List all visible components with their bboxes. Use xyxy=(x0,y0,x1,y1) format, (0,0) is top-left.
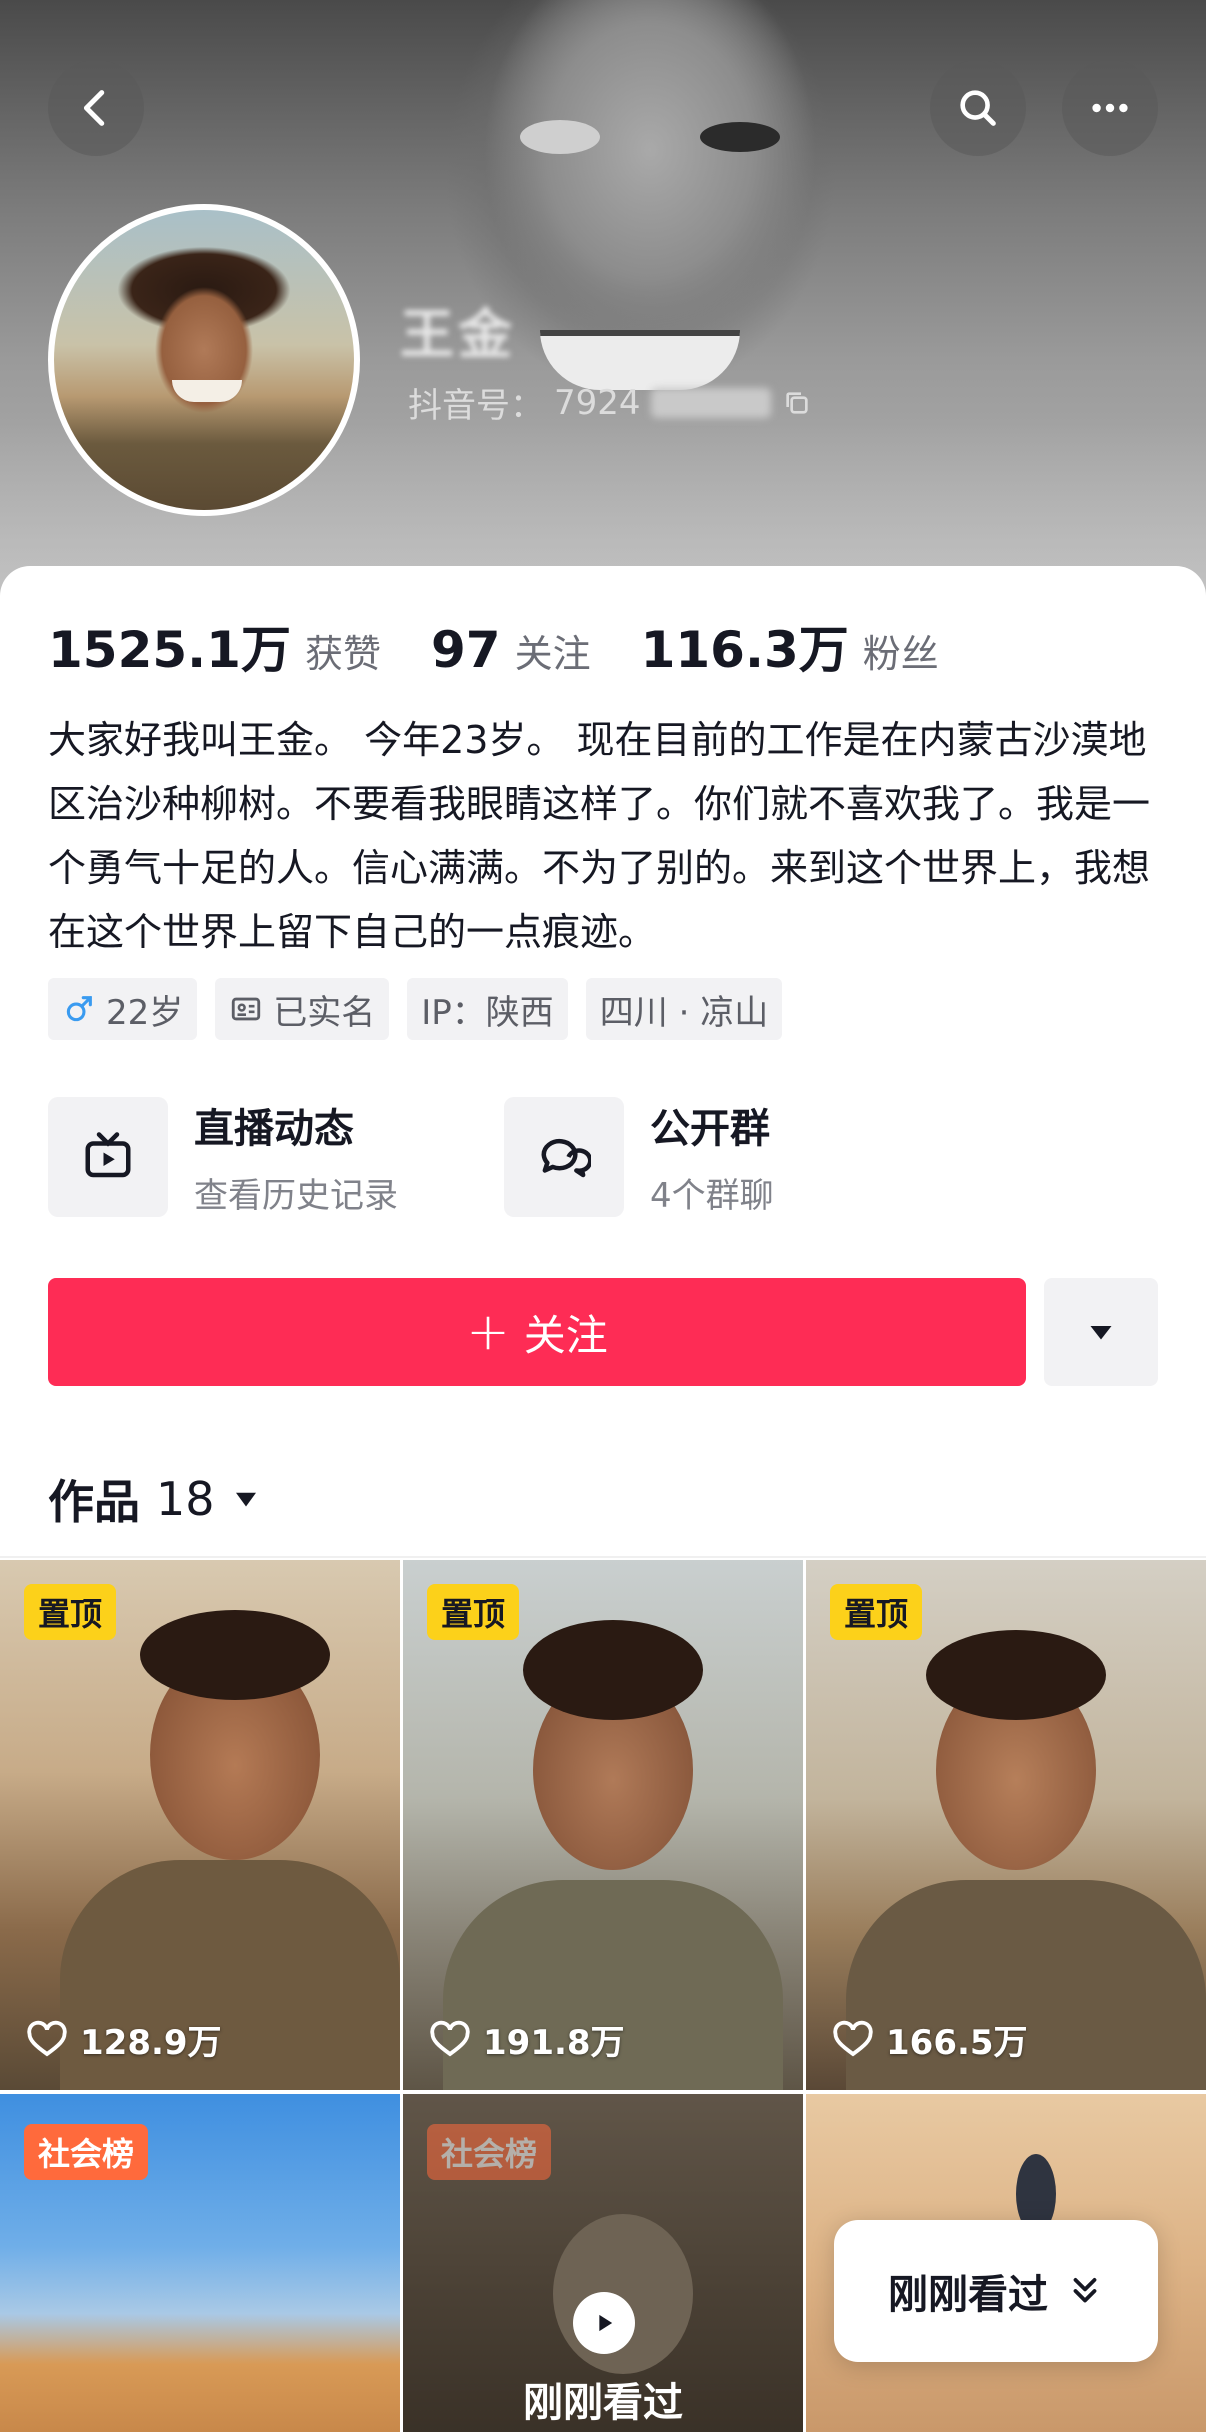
group-title: 公开群 xyxy=(650,1106,770,1152)
live-subtitle: 查看历史记录 xyxy=(194,1176,398,1216)
douyin-id-value: 7924 xyxy=(554,382,641,423)
heart-icon xyxy=(430,2020,470,2056)
id-card-icon xyxy=(232,997,261,1021)
caret-down-icon xyxy=(1090,1326,1112,1340)
stats-row: 1525.1万 获赞 97 关注 116.3万 粉丝 xyxy=(48,610,989,682)
live-title: 直播动态 xyxy=(194,1106,354,1152)
copy-icon[interactable] xyxy=(781,387,813,419)
cover-eye-right xyxy=(700,122,780,152)
profile-tags: 22岁 已实名 IP：陕西 四川 · 凉山 xyxy=(48,978,783,1040)
works-label: 作品 xyxy=(48,1475,140,1529)
bio-text: 大家好我叫王金。 今年23岁。 现在目前的工作是在内蒙古沙漠地区治沙种柳树。不要… xyxy=(48,718,1151,954)
chat-bubbles-icon xyxy=(541,1138,591,1177)
stat-followers[interactable]: 116.3万 粉丝 xyxy=(641,610,939,682)
video-thumbnail[interactable]: 置顶 128.9万 xyxy=(0,1560,400,2090)
double-chevron-down-icon xyxy=(1073,2278,1097,2303)
follow-button-label: 关注 xyxy=(523,1310,608,1360)
stat-likes-value: 1525.1万 xyxy=(48,621,291,679)
video-subject-hair xyxy=(926,1630,1106,1720)
live-history-entry[interactable]: 直播动态 查看历史记录 xyxy=(48,1096,398,1217)
tag-ip-text: IP：陕西 xyxy=(421,992,554,1033)
divider xyxy=(0,1556,1206,1558)
male-icon xyxy=(66,996,92,1022)
heart-icon xyxy=(27,2020,67,2056)
ellipsis-icon xyxy=(1092,103,1128,113)
video-likes: 166.5万 xyxy=(832,2015,1028,2064)
back-button[interactable] xyxy=(48,60,144,156)
video-thumbnail[interactable]: 社会榜 刚刚看过 xyxy=(403,2094,803,2432)
pinned-badge: 置顶 xyxy=(830,1584,923,1640)
stat-followers-label: 粉丝 xyxy=(862,632,939,676)
cover-eye-left xyxy=(520,120,600,154)
just-watched-label: 刚刚看过 xyxy=(523,2380,683,2426)
recommend-dropdown-button[interactable] xyxy=(1044,1278,1158,1386)
ranking-badge: 社会榜 xyxy=(24,2124,149,2180)
stat-following-value: 97 xyxy=(430,621,501,679)
video-likes: 191.8万 xyxy=(429,2015,625,2064)
video-likes: 128.9万 xyxy=(26,2015,222,2064)
video-likes-count: 128.9万 xyxy=(80,2023,222,2063)
tag-gender-age-text: 22岁 xyxy=(106,992,184,1033)
avatar-smile xyxy=(172,380,242,402)
douyin-id-masked xyxy=(650,387,771,418)
video-thumbnail[interactable]: 社会榜 xyxy=(0,2094,400,2432)
public-group-entry[interactable]: 公开群 4个群聊 xyxy=(504,1096,774,1217)
caret-down-icon xyxy=(235,1492,256,1507)
just-watched-button-label: 刚刚看过 xyxy=(888,2272,1048,2318)
works-count: 18 xyxy=(156,1472,215,1526)
search-icon xyxy=(960,90,996,126)
tag-verified: 已实名 xyxy=(215,978,390,1040)
avatar[interactable] xyxy=(48,204,360,516)
tag-ip: IP：陕西 xyxy=(407,978,568,1040)
chevron-left-icon xyxy=(83,90,105,126)
tag-location: 四川 · 凉山 xyxy=(585,978,783,1040)
douyin-id-label: 抖音号： xyxy=(408,386,544,426)
tag-verified-text: 已实名 xyxy=(273,992,376,1033)
tab-works[interactable]: 作品 18 xyxy=(48,1466,261,1532)
stat-likes-label: 获赞 xyxy=(304,632,381,676)
tag-location-text: 四川 · 凉山 xyxy=(599,992,769,1033)
video-subject-hair xyxy=(523,1620,703,1720)
stat-likes[interactable]: 1525.1万 获赞 xyxy=(48,610,381,682)
heart-icon xyxy=(833,2020,873,2056)
group-icon-box xyxy=(504,1096,624,1217)
douyin-id[interactable]: 抖音号： 7924 xyxy=(408,378,813,427)
tv-icon xyxy=(85,1131,131,1177)
more-options-button[interactable] xyxy=(1062,60,1158,156)
video-likes-count: 166.5万 xyxy=(886,2023,1028,2063)
video-thumbnail[interactable]: 置顶 191.8万 xyxy=(403,1560,803,2090)
video-likes-count: 191.8万 xyxy=(483,2023,625,2063)
follow-button[interactable]: + 关注 xyxy=(48,1278,1026,1386)
video-thumbnail[interactable]: 置顶 166.5万 xyxy=(806,1560,1206,2090)
stat-following-label: 关注 xyxy=(514,632,591,676)
live-icon-box xyxy=(48,1096,168,1217)
just-watched-button[interactable]: 刚刚看过 xyxy=(834,2220,1158,2362)
pinned-badge: 置顶 xyxy=(24,1584,117,1640)
user-name: 王金 xyxy=(400,303,516,366)
pinned-badge: 置顶 xyxy=(427,1584,520,1640)
plus-icon: + xyxy=(466,1302,510,1362)
play-button[interactable] xyxy=(573,2292,635,2354)
tag-gender-age: 22岁 xyxy=(48,978,198,1040)
stat-followers-value: 116.3万 xyxy=(640,621,849,679)
search-button[interactable] xyxy=(930,60,1026,156)
group-subtitle: 4个群聊 xyxy=(650,1176,774,1216)
ranking-badge: 社会榜 xyxy=(427,2124,552,2180)
stat-following[interactable]: 97 关注 xyxy=(431,621,591,679)
video-subject-hair xyxy=(140,1610,330,1700)
play-icon xyxy=(599,2314,613,2332)
